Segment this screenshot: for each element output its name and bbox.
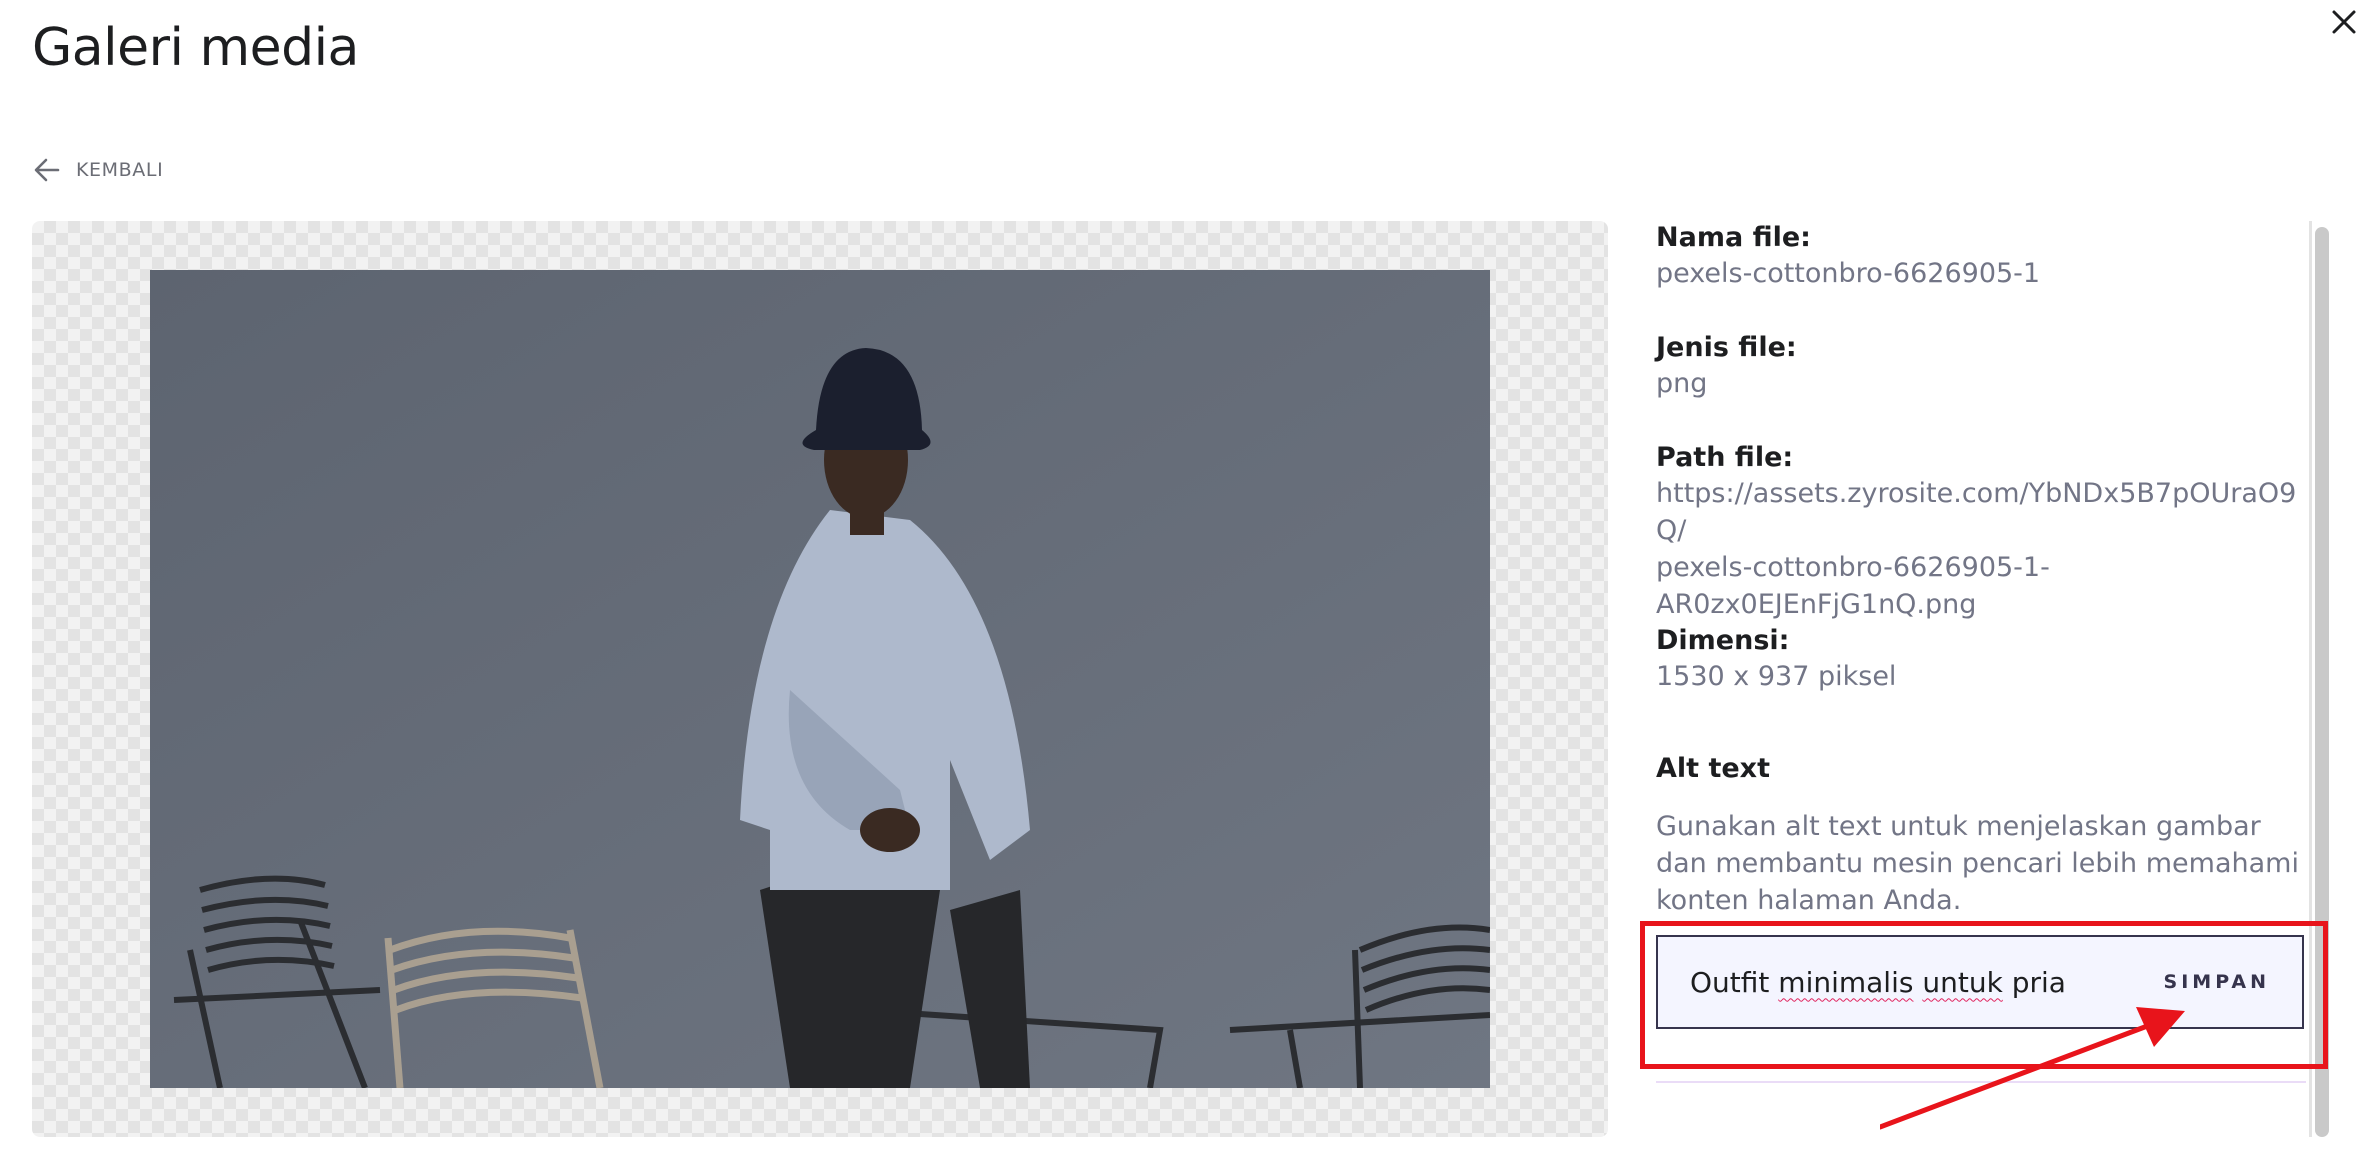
- divider: [1656, 1081, 2306, 1083]
- close-button[interactable]: [2326, 4, 2362, 40]
- file-name-value: pexels-cottonbro-6626905-1: [1656, 258, 2041, 289]
- file-type-value: png: [1656, 368, 1708, 399]
- panel-scrollbar[interactable]: [2309, 221, 2329, 1137]
- alt-text-input[interactable]: Outfit minimalis untuk pria: [1690, 966, 2066, 999]
- file-details-panel: Nama file: pexels-cottonbro-6626905-1 Je…: [1656, 221, 2306, 1137]
- file-path-line: https://assets.zyrosite.com/YbNDx5B7pOUr…: [1656, 478, 2297, 546]
- file-path-label: Path file:: [1656, 442, 1794, 473]
- file-path-line: AR0zx0EJEnFjG1nQ.png: [1656, 589, 1977, 620]
- back-label: KEMBALI: [76, 159, 164, 181]
- file-path-line: pexels-cottonbro-6626905-1-: [1656, 552, 2050, 583]
- file-name-label: Nama file:: [1656, 222, 1811, 253]
- preview-image: [150, 270, 1490, 1088]
- alt-text-field[interactable]: Outfit minimalis untuk pria SIMPAN: [1656, 935, 2304, 1029]
- arrow-left-icon: [34, 158, 60, 182]
- back-button[interactable]: KEMBALI: [32, 152, 163, 188]
- save-button[interactable]: SIMPAN: [2164, 971, 2270, 993]
- alt-text-label: Alt text: [1656, 753, 1770, 784]
- close-icon: [2332, 10, 2356, 34]
- dimension-value: 1530 x 937 piksel: [1656, 661, 1897, 692]
- image-preview: [32, 221, 1608, 1137]
- page-title: Galeri media: [32, 18, 359, 78]
- scroll-thumb[interactable]: [2315, 227, 2329, 1137]
- alt-text-description: Gunakan alt text untuk menjelaskan gamba…: [1656, 811, 2299, 916]
- file-type-label: Jenis file:: [1656, 332, 1797, 363]
- dimension-label: Dimensi:: [1656, 625, 1790, 656]
- scroll-track: [2309, 221, 2312, 1137]
